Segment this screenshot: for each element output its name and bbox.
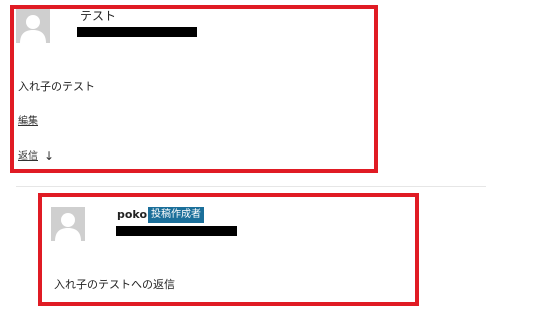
post-author-badge: 投稿作成者 <box>148 207 204 223</box>
redacted-date <box>116 226 237 236</box>
edit-link[interactable]: 編集 <box>18 116 38 128</box>
comment-text: 入れ子のテスト <box>18 80 95 93</box>
reply-link[interactable]: 返信 <box>18 151 38 163</box>
default-avatar-icon <box>16 9 50 43</box>
redacted-date <box>77 27 197 37</box>
down-arrow-icon: ↓ <box>44 149 55 163</box>
comment-divider <box>16 186 486 187</box>
default-avatar-icon <box>51 207 85 241</box>
reply-author: poko <box>117 208 148 221</box>
reply-text: 入れ子のテストへの返信 <box>54 278 175 291</box>
comment-author: テスト <box>80 9 117 23</box>
